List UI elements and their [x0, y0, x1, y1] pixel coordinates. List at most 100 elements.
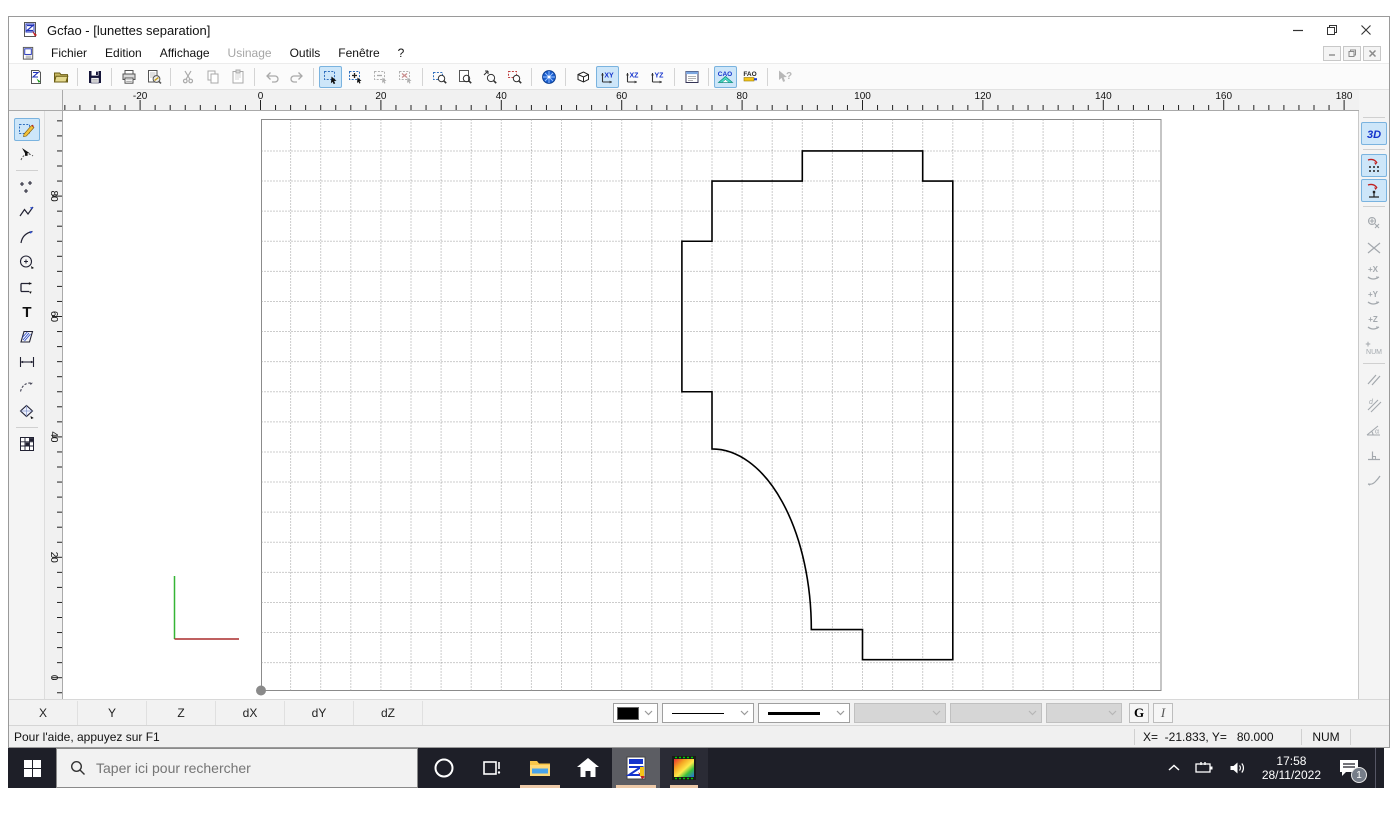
- task-view-button[interactable]: [468, 748, 516, 788]
- snap-intersection-button[interactable]: [1361, 236, 1387, 259]
- mdi-restore-button[interactable]: [1343, 46, 1361, 61]
- document-icon[interactable]: [21, 46, 36, 61]
- taskbar-clock[interactable]: 17:58 28/11/2022: [1254, 754, 1329, 782]
- field-dz[interactable]: dZ: [354, 700, 423, 725]
- origin-handle[interactable]: [256, 685, 266, 696]
- fao-mode-button[interactable]: FAO: [739, 66, 762, 88]
- select-rectangle-button[interactable]: [319, 65, 342, 88]
- snap-grid-button[interactable]: [1361, 154, 1387, 177]
- view-xy-button[interactable]: XY: [596, 65, 619, 88]
- zoom-window-button[interactable]: [428, 66, 451, 88]
- menu-fichier[interactable]: Fichier: [42, 44, 96, 62]
- select-add-button[interactable]: [344, 66, 367, 88]
- zoom-dynamic-button[interactable]: [478, 66, 501, 88]
- node-edit-tool-button[interactable]: [14, 143, 40, 166]
- perpendicular-constraint-button[interactable]: [1361, 443, 1387, 466]
- circle-tool-icon: [19, 254, 34, 269]
- paste-button[interactable]: [226, 66, 249, 88]
- move-y-button[interactable]: +Y: [1361, 286, 1387, 309]
- properties-window-button[interactable]: [680, 66, 703, 88]
- start-button[interactable]: [8, 748, 56, 788]
- minimize-button[interactable]: [1281, 17, 1315, 43]
- context-help-button[interactable]: ?: [773, 66, 796, 88]
- redo-button[interactable]: [285, 66, 308, 88]
- cao-mode-button[interactable]: CAO: [714, 65, 737, 88]
- field-dx[interactable]: dX: [216, 700, 285, 725]
- select-remove-button[interactable]: [369, 66, 392, 88]
- search-input[interactable]: [96, 760, 376, 776]
- table-tool-button[interactable]: [14, 432, 40, 455]
- save-button[interactable]: [83, 66, 106, 88]
- spline-tool-button[interactable]: [14, 375, 40, 398]
- new-document-button[interactable]: [24, 66, 47, 88]
- bold-button[interactable]: G: [1129, 703, 1149, 723]
- snap-node-button[interactable]: [1361, 179, 1387, 202]
- 3d-view-button[interactable]: 3D: [1361, 122, 1387, 145]
- menu-edition[interactable]: Edition: [96, 44, 151, 62]
- select-delete-button[interactable]: [394, 66, 417, 88]
- volume-button[interactable]: [1222, 748, 1254, 788]
- move-y-icon: +Y: [1367, 290, 1380, 305]
- drawing-canvas[interactable]: [63, 111, 1359, 699]
- rectangle-tool-button[interactable]: [14, 275, 40, 298]
- move-z-button[interactable]: +Z: [1361, 311, 1387, 334]
- mdi-minimize-button[interactable]: [1323, 46, 1341, 61]
- mdi-close-button[interactable]: [1363, 46, 1381, 61]
- dimension-tool-button[interactable]: [14, 350, 40, 373]
- surface-tool-button[interactable]: [14, 400, 40, 423]
- cortana-button[interactable]: [420, 748, 468, 788]
- field-z[interactable]: Z: [147, 700, 216, 725]
- print-button[interactable]: [117, 66, 140, 88]
- file-explorer-button[interactable]: [516, 748, 564, 788]
- home-app-button[interactable]: [564, 748, 612, 788]
- numeric-input-button[interactable]: + NUM: [1361, 336, 1387, 359]
- view-globe-button[interactable]: [537, 66, 560, 88]
- print-preview-button[interactable]: [142, 66, 165, 88]
- view-xz-button[interactable]: XZ: [621, 66, 644, 88]
- copy-button[interactable]: [201, 66, 224, 88]
- hatch-tool-button[interactable]: [14, 325, 40, 348]
- gcfao-taskbar-button[interactable]: [612, 748, 660, 788]
- zoom-selection-button[interactable]: [503, 66, 526, 88]
- cut-button[interactable]: [176, 66, 199, 88]
- undo-button[interactable]: [260, 66, 283, 88]
- distance-constraint-button[interactable]: d: [1361, 393, 1387, 416]
- action-center-button[interactable]: 1: [1329, 748, 1369, 788]
- field-dy[interactable]: dY: [285, 700, 354, 725]
- snap-center-button[interactable]: [1361, 211, 1387, 234]
- menu-aide[interactable]: ?: [389, 44, 414, 62]
- field-y[interactable]: Y: [78, 700, 147, 725]
- restore-button[interactable]: [1315, 17, 1349, 43]
- view-3d-cube-button[interactable]: [571, 66, 594, 88]
- close-button[interactable]: [1349, 17, 1383, 43]
- tool-separator: [15, 170, 38, 171]
- move-x-button[interactable]: +X: [1361, 261, 1387, 284]
- tangent-constraint-button[interactable]: [1361, 468, 1387, 491]
- taskbar-search[interactable]: [56, 748, 418, 788]
- view-yz-button[interactable]: YZ: [646, 66, 669, 88]
- italic-button[interactable]: I: [1153, 703, 1173, 723]
- field-x[interactable]: X: [9, 700, 78, 725]
- draw-tool-button[interactable]: [13, 118, 40, 141]
- polyline-tool-button[interactable]: [14, 200, 40, 223]
- menu-fenetre[interactable]: Fenêtre: [329, 44, 388, 62]
- chevron-down-icon: [1108, 710, 1117, 716]
- menu-outils[interactable]: Outils: [281, 44, 330, 62]
- curve-tool-button[interactable]: [14, 225, 40, 248]
- circle-tool-button[interactable]: [14, 250, 40, 273]
- open-file-button[interactable]: [49, 66, 72, 88]
- angle-constraint-button[interactable]: α: [1361, 418, 1387, 441]
- menu-affichage[interactable]: Affichage: [151, 44, 219, 62]
- parallel-constraint-button[interactable]: [1361, 368, 1387, 391]
- line-width-select[interactable]: [758, 703, 850, 723]
- media-app-button[interactable]: [660, 748, 708, 788]
- app-icon: [24, 22, 37, 37]
- battery-status-button[interactable]: [1188, 748, 1222, 788]
- tray-chevron-button[interactable]: [1160, 748, 1188, 788]
- color-select[interactable]: [613, 703, 658, 723]
- point-tool-button[interactable]: [14, 175, 40, 198]
- toolbar-separator: [422, 67, 423, 86]
- zoom-page-button[interactable]: [453, 66, 476, 88]
- line-style-select[interactable]: [662, 703, 754, 723]
- text-tool-button[interactable]: T: [14, 300, 40, 323]
